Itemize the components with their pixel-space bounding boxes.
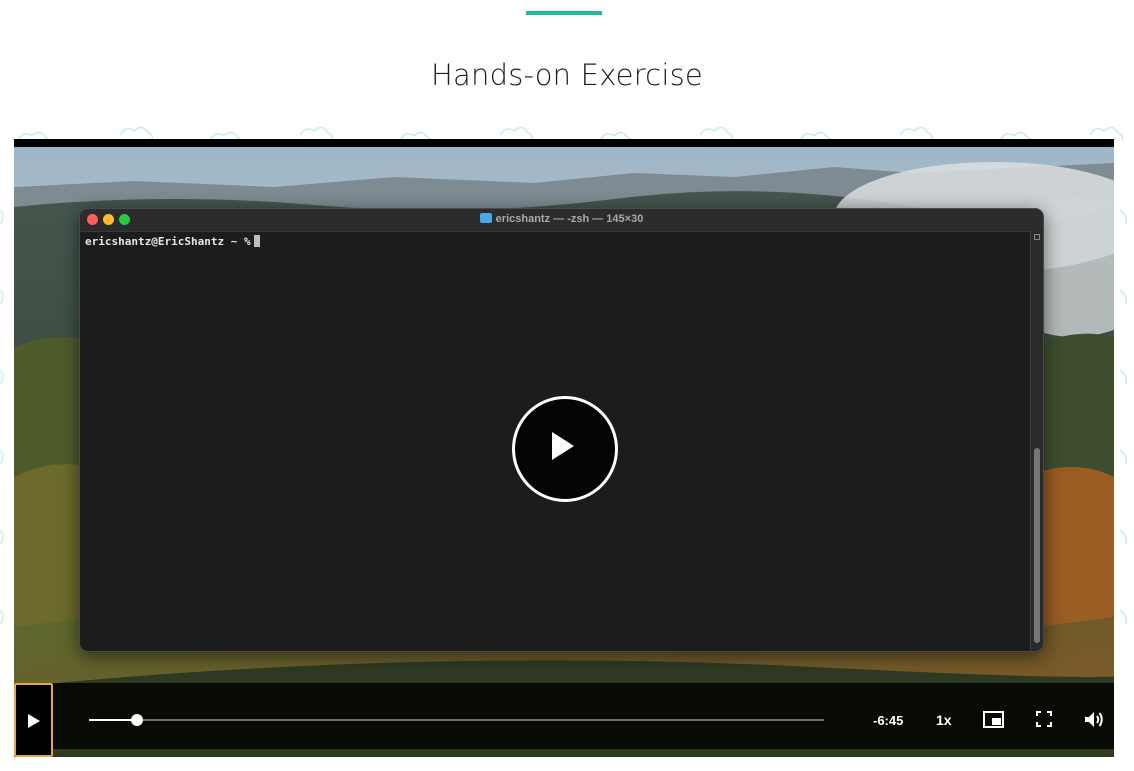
- section-title: Hands-on Exercise: [431, 58, 703, 92]
- progress-bar[interactable]: [89, 714, 824, 726]
- video-player[interactable]: ericshantz — -zsh — 145×30 ericshantz@Er…: [14, 139, 1114, 757]
- terminal-title: ericshantz — -zsh — 145×30: [495, 213, 644, 225]
- player-control-bar: -6:45 1x: [14, 683, 1114, 757]
- play-icon: [552, 432, 574, 460]
- terminal-titlebar: ericshantz — -zsh — 145×30: [80, 209, 1043, 232]
- volume-icon[interactable]: [1084, 711, 1104, 728]
- scroll-top-marker: [1034, 234, 1040, 240]
- progress-handle[interactable]: [130, 714, 143, 726]
- play-button[interactable]: [14, 683, 53, 757]
- time-remaining: -6:45: [873, 713, 904, 728]
- video-top-border: [14, 139, 1114, 147]
- terminal-prompt-line: ericshantz@EricShantz ~ %: [85, 235, 260, 248]
- terminal-prompt: ericshantz@EricShantz ~ %: [85, 235, 251, 248]
- progress-played: [89, 719, 137, 721]
- picture-in-picture-icon[interactable]: [983, 711, 1004, 728]
- terminal-cursor: [253, 235, 260, 247]
- folder-icon: [479, 213, 492, 223]
- scroll-thumb: [1034, 448, 1040, 643]
- terminal-scrollbar: [1030, 231, 1043, 651]
- big-play-button[interactable]: [512, 396, 618, 502]
- section-accent-bar: [526, 11, 602, 15]
- terminal-title-row: ericshantz — -zsh — 145×30: [80, 213, 1043, 225]
- fullscreen-icon[interactable]: [1036, 711, 1052, 727]
- play-icon: [28, 714, 40, 728]
- playback-speed-button[interactable]: 1x: [936, 712, 952, 728]
